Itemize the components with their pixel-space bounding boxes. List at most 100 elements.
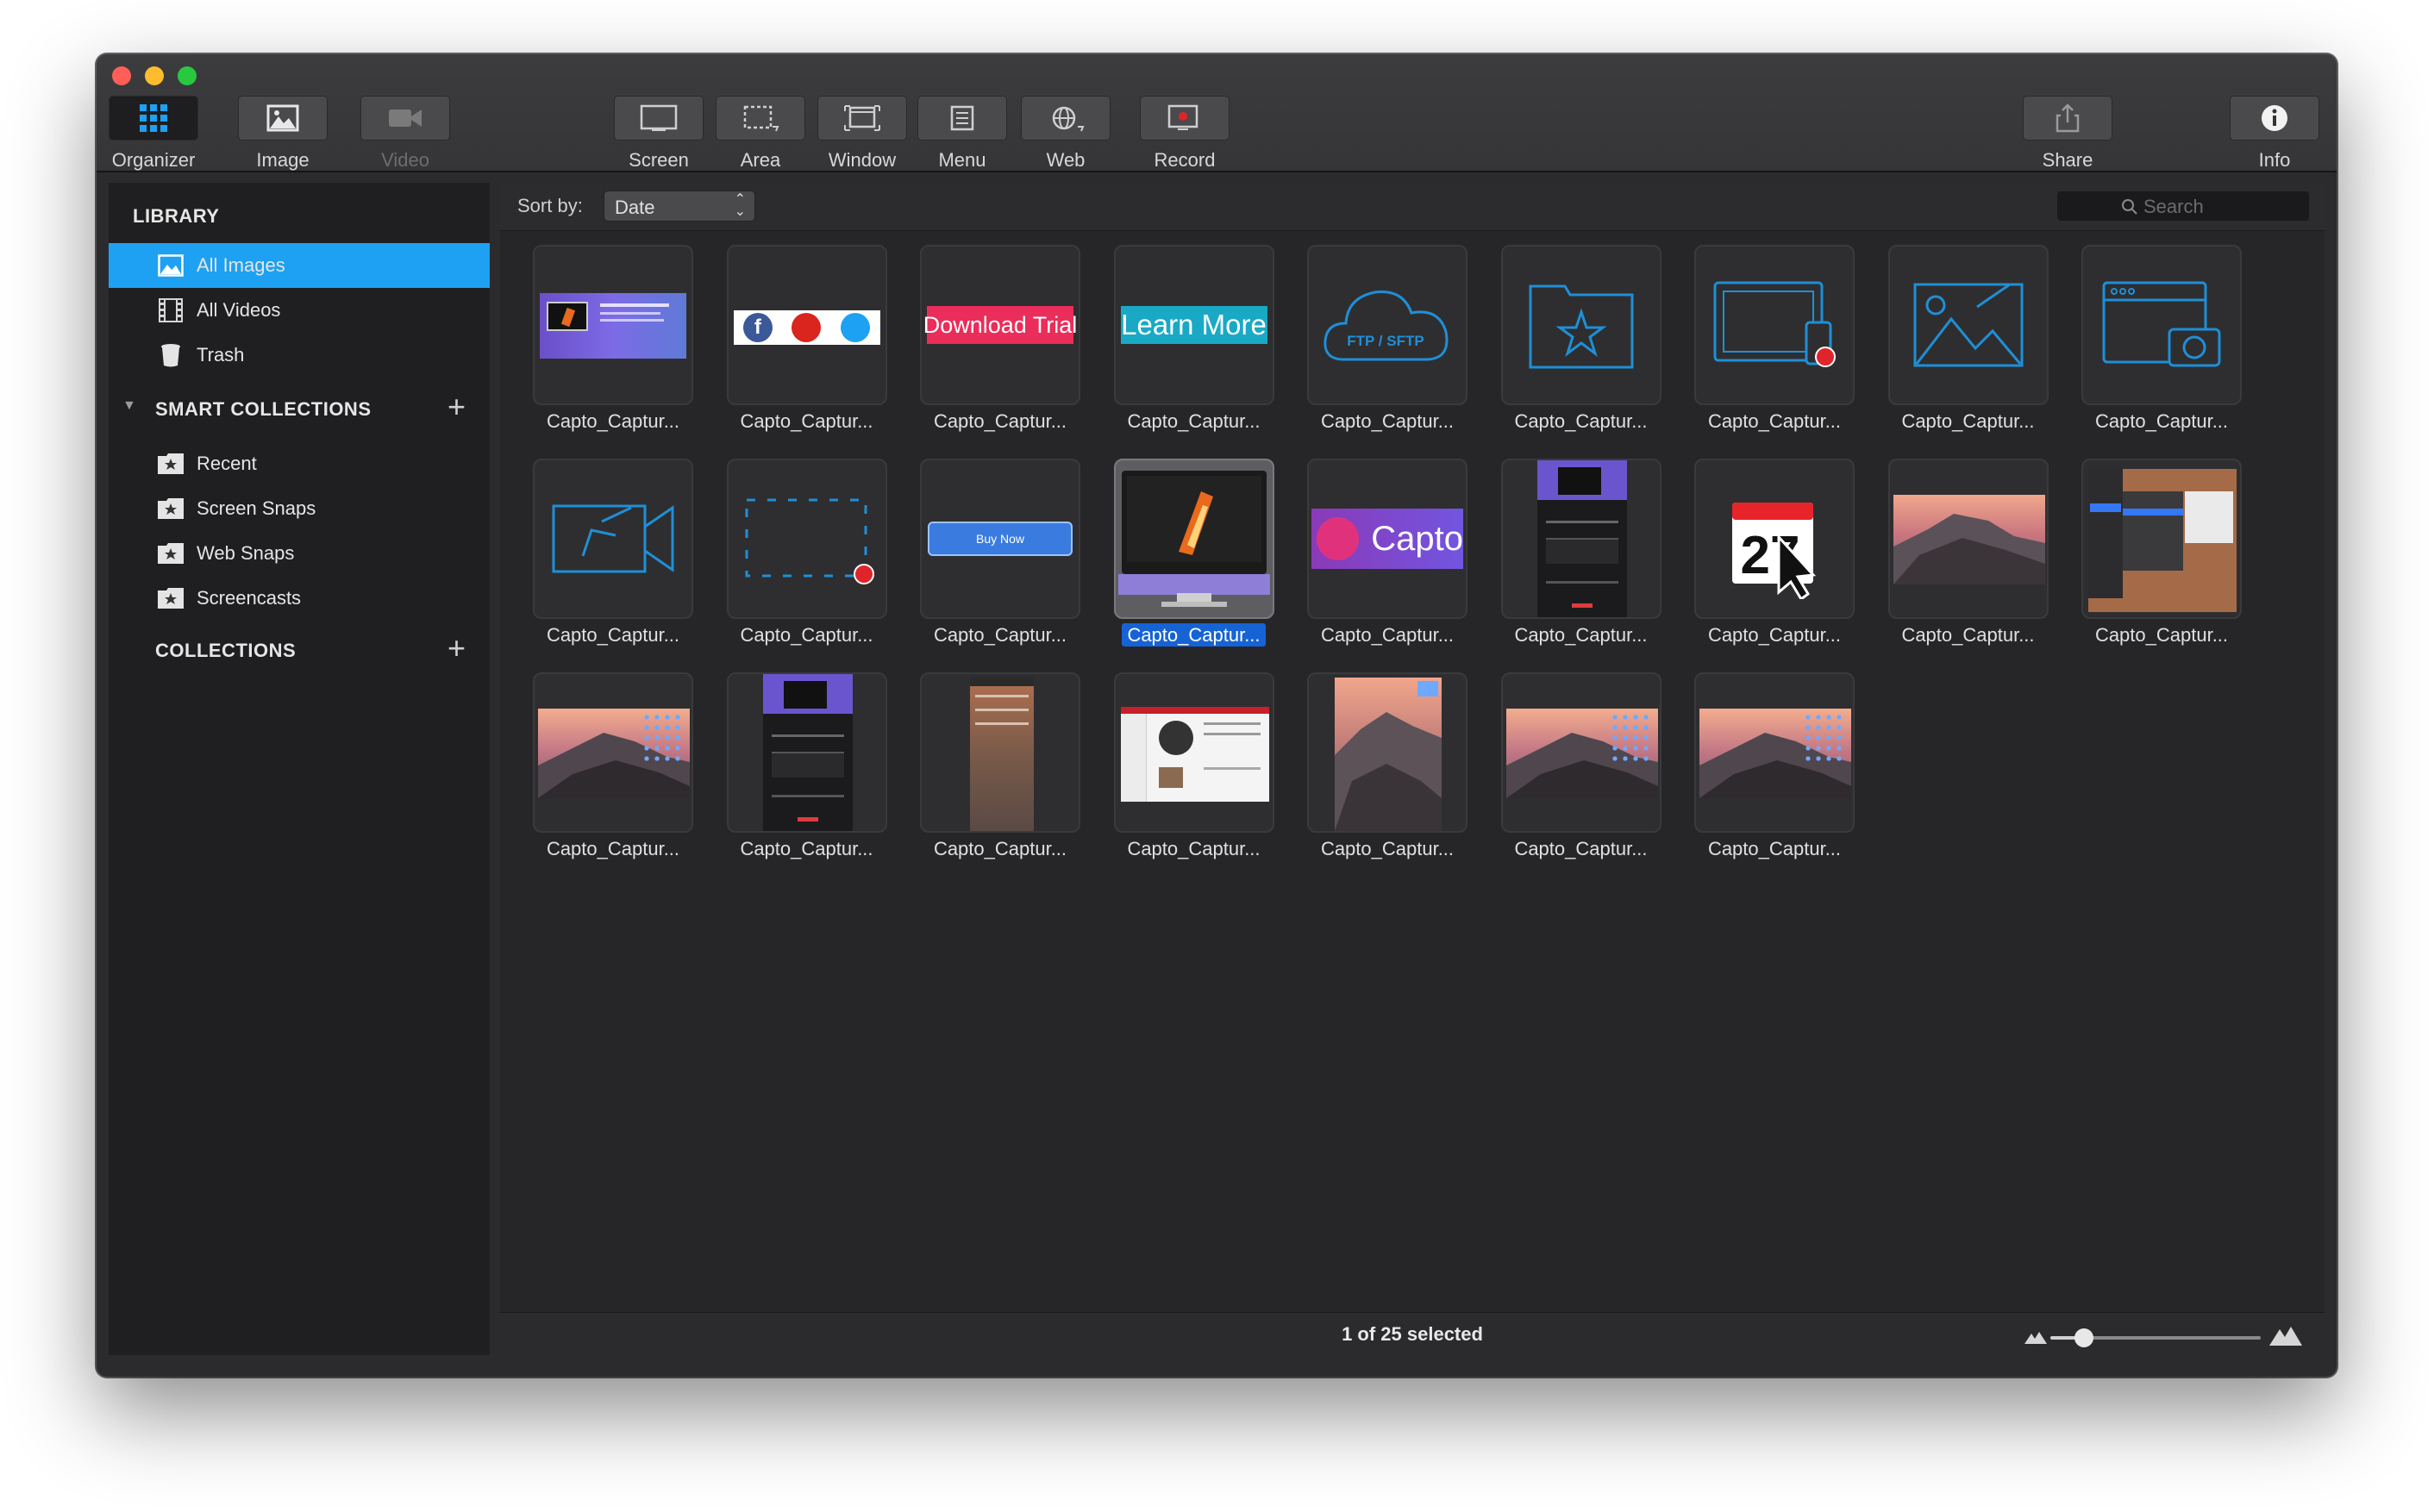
sidebar-item-label: Web Snaps [197, 542, 295, 564]
sidebar-item-screencasts[interactable]: Screencasts [109, 576, 490, 621]
thumbnail-preview[interactable] [1113, 672, 1274, 833]
thumbnail-item[interactable]: Capto_Captur... [1307, 672, 1467, 859]
thumbnail-preview[interactable]: f [726, 245, 887, 405]
thumbnail-preview[interactable] [1694, 245, 1855, 405]
zoom-in-icon[interactable] [2269, 1325, 2302, 1346]
thumbnail-preview[interactable] [1887, 245, 2049, 405]
thumbnail-item[interactable]: f Capto_Captur... [726, 245, 887, 432]
thumbnail-item[interactable]: Capto_Captur... [1694, 672, 1855, 859]
thumbnail-item[interactable]: Capto_Captur... [1887, 245, 2049, 432]
thumbnail-item[interactable]: Capto_Captur... [533, 245, 693, 432]
thumbnail-preview[interactable] [1887, 459, 2049, 619]
area-capture-tool[interactable]: Area [716, 96, 805, 172]
image-tool[interactable]: Image [238, 96, 328, 172]
thumbnail-item[interactable]: Capto_Captur... [2081, 245, 2242, 432]
menu-capture-tool[interactable]: Menu [917, 96, 1007, 172]
film-icon [157, 298, 185, 322]
thumbnail-preview[interactable]: Buy Now [920, 459, 1080, 619]
video-tool[interactable]: Video [360, 96, 450, 172]
thumbnail-preview[interactable] [1500, 459, 1661, 619]
thumbnail-item[interactable]: Capto_Captur... [2081, 459, 2242, 646]
thumbnail-preview[interactable] [2081, 245, 2242, 405]
thumbnail-item[interactable]: Capto_Captur... [1694, 245, 1855, 432]
thumbnail-preview[interactable]: FTP / SFTP [1307, 245, 1467, 405]
thumbnail-preview[interactable] [920, 672, 1080, 833]
web-capture-tool[interactable]: Web [1021, 96, 1111, 172]
thumbnail-preview[interactable] [533, 459, 693, 619]
thumbnail-preview[interactable] [1500, 245, 1661, 405]
thumbnail-preview[interactable]: Learn More [1113, 245, 1274, 405]
thumbnail-item[interactable]: Capto_Captur... [1500, 459, 1661, 646]
zoom-out-icon[interactable] [2024, 1330, 2047, 1344]
slider-knob[interactable] [2074, 1328, 2094, 1347]
close-window-button[interactable] [112, 66, 131, 85]
screen-capture-tool[interactable]: Screen [614, 96, 704, 172]
sort-value: Date [615, 197, 655, 218]
sidebar-item-label: All Videos [197, 299, 281, 321]
record-icon [1140, 96, 1230, 141]
window-capture-tool[interactable]: Window [817, 96, 907, 172]
thumbnail-item[interactable]: Capto_Captur... [726, 672, 887, 859]
thumbnail-item[interactable]: Capto Capto_Captur... [1307, 459, 1467, 646]
thumbnail-preview[interactable] [726, 672, 887, 833]
thumbnail-item[interactable]: FTP / SFTP Capto_Captur... [1307, 245, 1467, 432]
sidebar-item-label: Screen Snaps [197, 497, 316, 519]
image-label: Image [256, 149, 310, 171]
thumbnail-item[interactable]: Capto_Captur... [1500, 672, 1661, 859]
thumbnail-preview[interactable] [533, 672, 693, 833]
thumbnail-item[interactable]: Download Trial Capto_Captur... [920, 245, 1080, 432]
thumbnail-item[interactable]: Capto_Captur... [533, 672, 693, 859]
star-folder-icon [157, 497, 185, 521]
menu-icon [917, 96, 1007, 141]
thumbnail-item[interactable]: Capto_Captur... [920, 672, 1080, 859]
thumbnail-preview[interactable] [1500, 672, 1661, 833]
search-placeholder: Search [2143, 196, 2204, 217]
record-tool[interactable]: Record [1140, 96, 1230, 172]
info-tool[interactable]: Info [2230, 96, 2319, 172]
thumbnail-item[interactable]: Capto_Captur... [1500, 245, 1661, 432]
disclosure-triangle-icon[interactable]: ▼ [122, 398, 136, 414]
sort-select[interactable]: Date ⌃ ⌄ [604, 191, 755, 222]
sidebar-item-web-snaps[interactable]: Web Snaps [109, 531, 490, 576]
thumbnail-item[interactable]: Capto_Captur... [1887, 459, 2049, 646]
grid-icon [109, 96, 198, 141]
thumbnail-item[interactable]: Capto_Captur... [726, 459, 887, 646]
thumbnail-caption: Capto_Captur... [546, 624, 680, 646]
thumbnail-caption: Capto_Captur... [1320, 410, 1455, 432]
thumbnail-item[interactable]: Capto_Captur... [533, 459, 693, 646]
thumbnail-preview[interactable]: Capto [1307, 459, 1467, 619]
thumbnail-preview[interactable] [533, 245, 693, 405]
sidebar-item-trash[interactable]: Trash [109, 333, 490, 378]
search-icon [2122, 199, 2137, 215]
share-tool[interactable]: Share [2023, 96, 2112, 172]
thumbnail-item[interactable]: Buy Now Capto_Captur... [920, 459, 1080, 646]
add-collection-button[interactable]: + [447, 633, 466, 664]
thumbnail-caption: Capto_Captur... [1105, 623, 1283, 647]
thumbnail-item[interactable]: Capto_Captur... [1113, 459, 1274, 647]
sidebar-item-recent[interactable]: Recent [109, 441, 490, 486]
search-input[interactable]: Search [2057, 191, 2309, 221]
thumbnail-item[interactable]: Learn More Capto_Captur... [1113, 245, 1274, 432]
thumbnail-preview[interactable]: 27 [1694, 459, 1855, 619]
thumbnail-preview[interactable] [1113, 459, 1274, 619]
organizer-tool[interactable]: Organizer [109, 96, 198, 172]
thumbnail-preview[interactable] [2081, 459, 2242, 619]
sidebar: LIBRARY All Images All Videos Trash ▼ SM… [109, 183, 490, 1355]
thumbnail-preview[interactable] [726, 459, 887, 619]
thumbnail-item[interactable]: Capto_Captur... [1113, 672, 1274, 859]
thumbnail-item[interactable]: 27 Capto_Captur... [1694, 459, 1855, 646]
thumbnail-preview[interactable]: Download Trial [920, 245, 1080, 405]
thumbnail-size-slider[interactable] [2050, 1328, 2261, 1347]
thumbnail-preview[interactable] [1694, 672, 1855, 833]
image-icon [238, 96, 328, 141]
minimize-window-button[interactable] [145, 66, 164, 85]
thumbnail-preview[interactable] [1307, 672, 1467, 833]
web-label: Web [1046, 149, 1086, 171]
add-smart-collection-button[interactable]: + [447, 391, 466, 422]
sidebar-item-screen-snaps[interactable]: Screen Snaps [109, 486, 490, 531]
sidebar-item-all-images[interactable]: All Images [109, 243, 490, 288]
star-folder-icon [157, 586, 185, 610]
zoom-window-button[interactable] [178, 66, 197, 85]
thumbnail-caption: Capto_Captur... [933, 624, 1067, 646]
sidebar-item-all-videos[interactable]: All Videos [109, 288, 490, 333]
